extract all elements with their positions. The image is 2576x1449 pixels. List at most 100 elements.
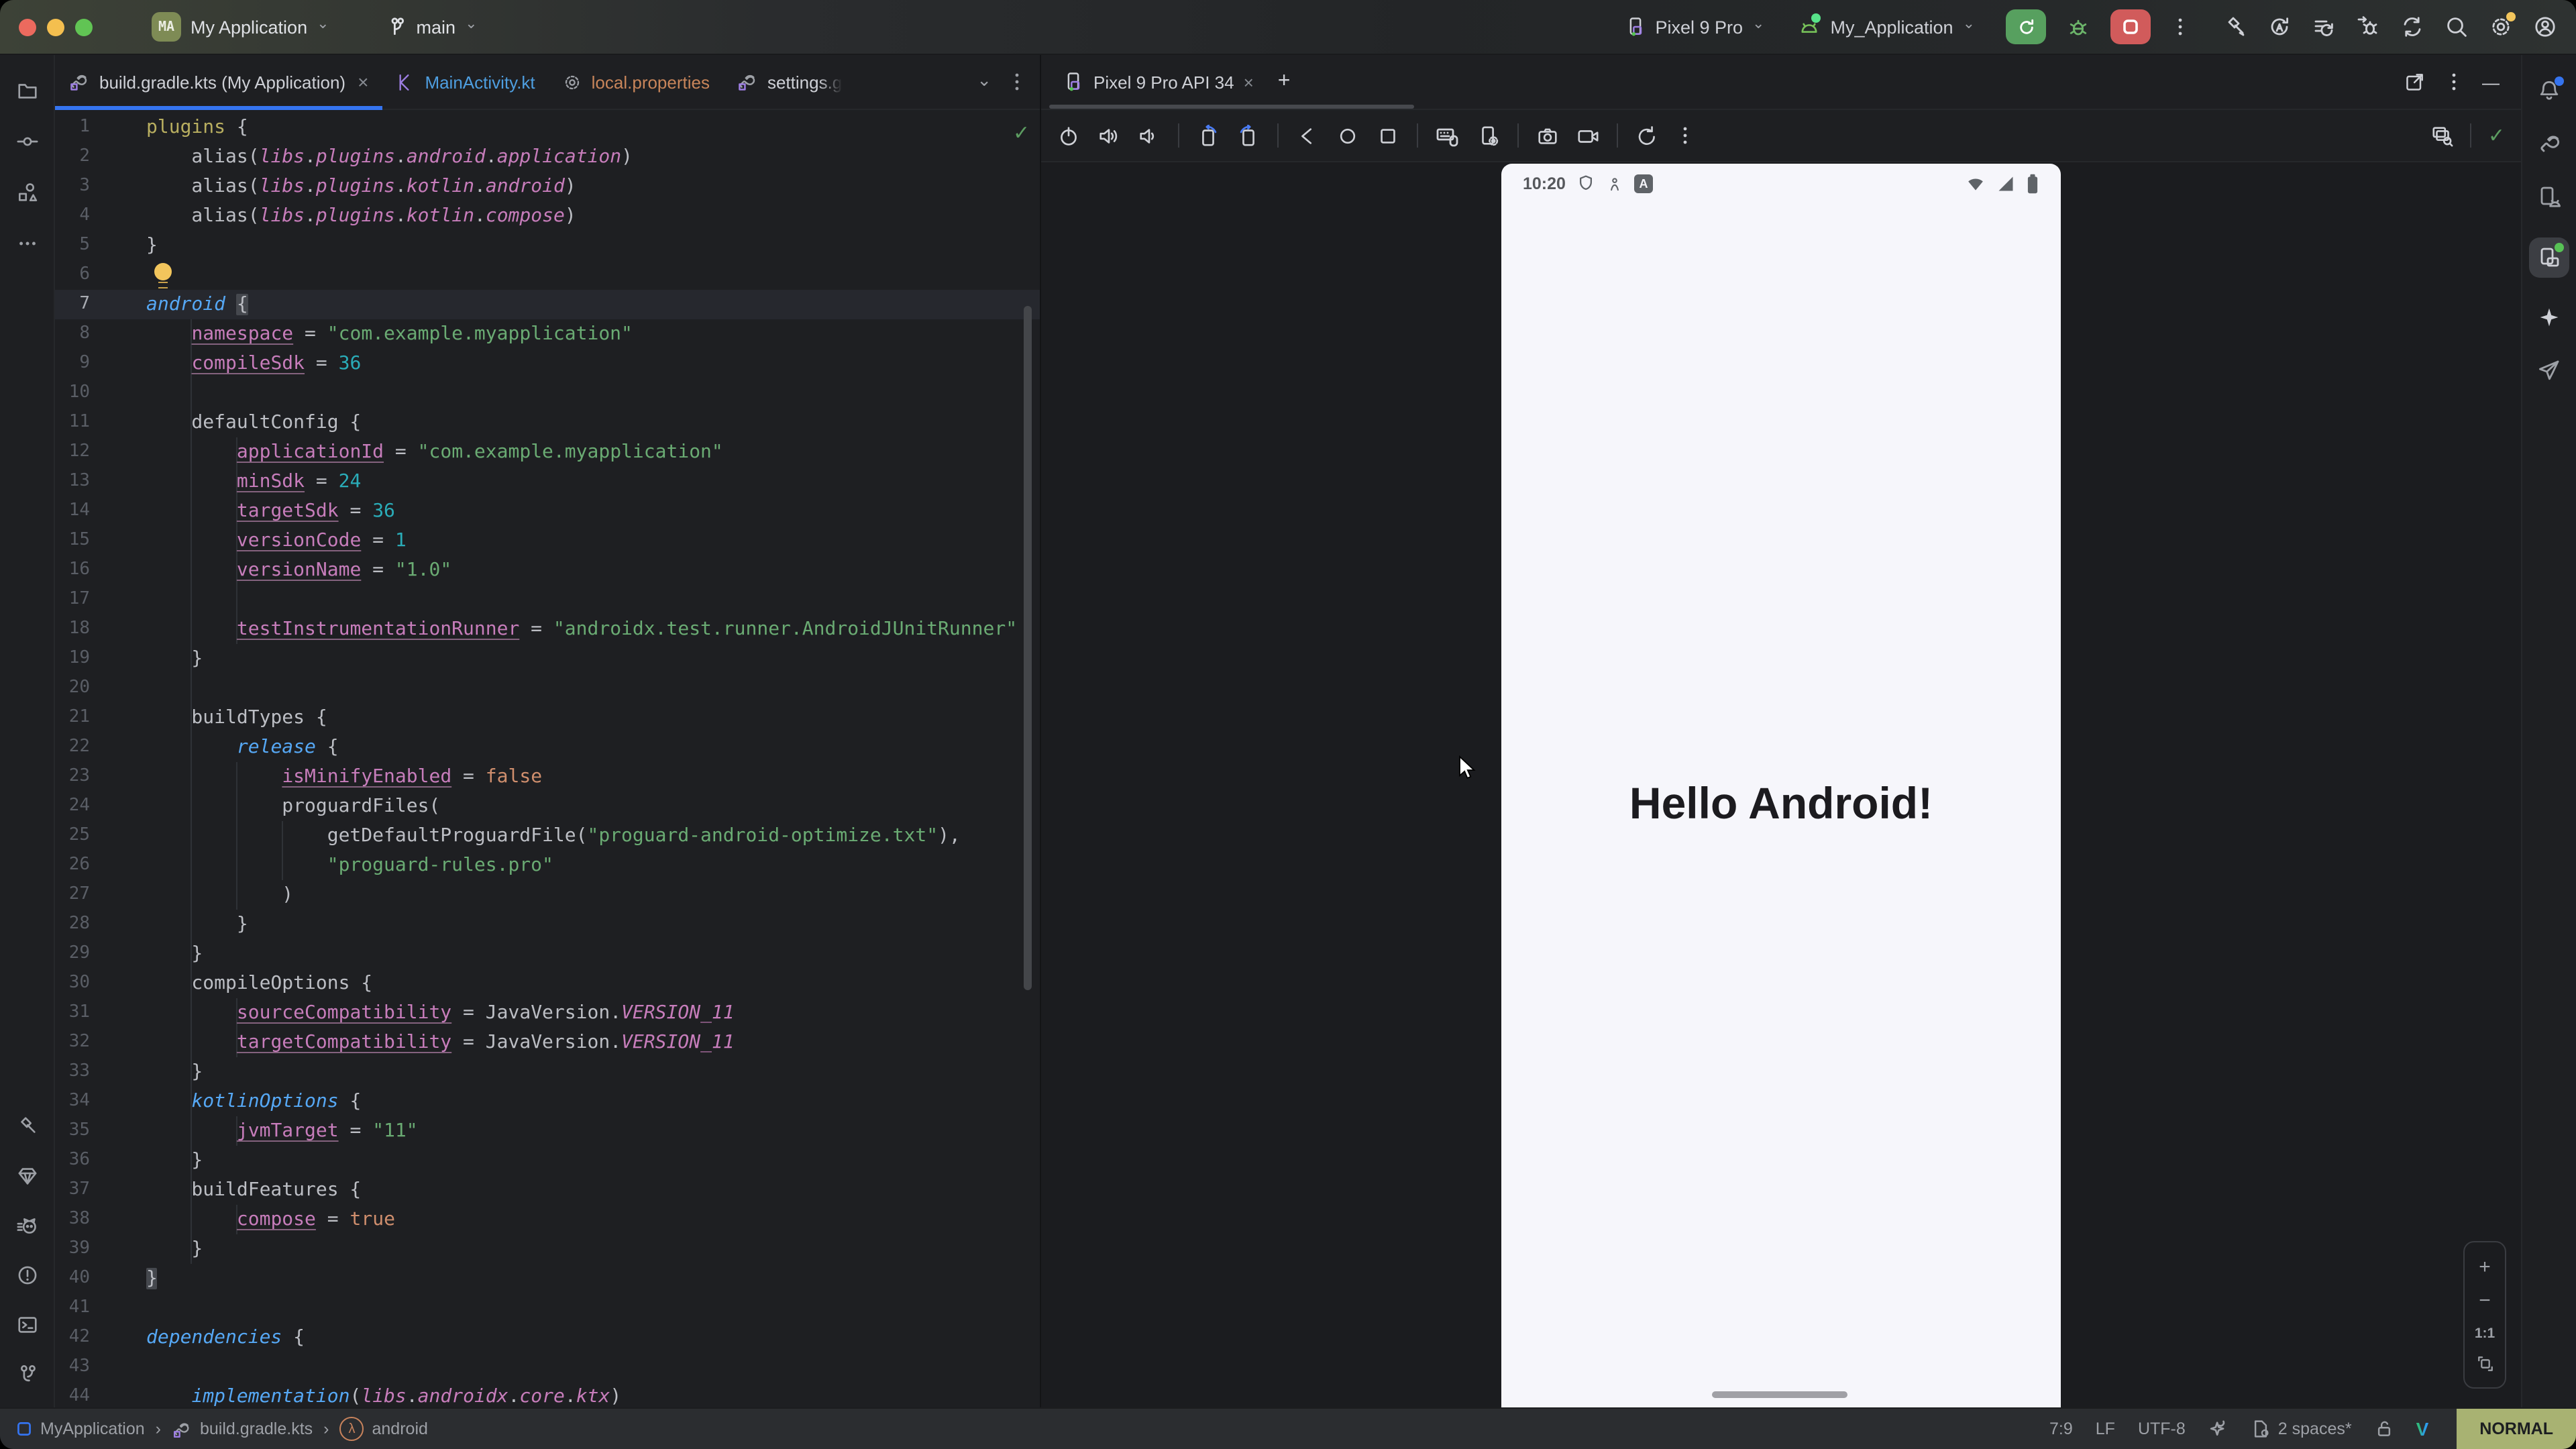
zoom-reset-button[interactable]: 1:1 (2475, 1326, 2495, 1342)
code-line-40[interactable]: 40} (55, 1264, 1040, 1293)
back-icon[interactable] (1296, 124, 1319, 147)
caret-position-widget[interactable]: 7:9 (2049, 1419, 2073, 1438)
emulator-more-icon[interactable] (1676, 125, 1695, 146)
hide-panel-icon[interactable]: — (2482, 72, 2500, 92)
device-settings-icon[interactable] (1477, 124, 1500, 147)
code-line-19[interactable]: 19 } (55, 644, 1040, 674)
intention-bulb-icon[interactable] (154, 263, 172, 286)
tab-build-gradle[interactable]: build.gradle.kts (My Application) × (55, 55, 382, 109)
device-display-area[interactable]: 10:20 A Hello Android! + − 1:1 (1041, 162, 2521, 1407)
ai-sparkle-disabled-icon[interactable] (2208, 1419, 2229, 1439)
build-hammer-icon[interactable] (2223, 15, 2247, 39)
stop-button[interactable] (2110, 9, 2151, 44)
rotate-right-icon[interactable] (1237, 124, 1260, 147)
profiler-cat-icon[interactable] (15, 1214, 38, 1237)
zoom-in-button[interactable]: + (2479, 1256, 2491, 1277)
breadcrumb-file[interactable]: build.gradle.kts (172, 1419, 313, 1439)
code-line-30[interactable]: 30 compileOptions { (55, 969, 1040, 998)
code-line-24[interactable]: 24 proguardFiles( (55, 792, 1040, 821)
code-line-7[interactable]: 7android { (55, 290, 1040, 319)
code-line-33[interactable]: 33 } (55, 1057, 1040, 1087)
project-folder-icon[interactable] (15, 79, 38, 102)
home-indicator[interactable] (1712, 1391, 1847, 1397)
search-icon[interactable] (2445, 15, 2469, 39)
code-line-17[interactable]: 17 (55, 585, 1040, 614)
code-line-11[interactable]: 11 defaultConfig { (55, 408, 1040, 437)
project-widget[interactable]: MA My Application ⌄ (152, 12, 329, 42)
vcs-branch-widget[interactable]: main ⌄ (386, 16, 478, 38)
code-line-6[interactable]: 6 (55, 260, 1040, 290)
device-tab-scrollbar[interactable] (1049, 105, 1414, 109)
code-line-16[interactable]: 16 versionName = "1.0" (55, 555, 1040, 585)
dependencies-diamond-icon[interactable] (15, 1165, 38, 1187)
more-vertical-icon[interactable] (2171, 16, 2190, 38)
zoom-fit-icon[interactable] (2476, 1356, 2493, 1373)
editor-scrollbar[interactable] (1024, 306, 1032, 990)
code-line-18[interactable]: 18 testInstrumentationRunner = "androidx… (55, 614, 1040, 644)
open-in-window-icon[interactable] (2404, 71, 2426, 93)
tab-mainactivity[interactable]: MainActivity.kt (382, 55, 548, 109)
code-line-28[interactable]: 28 } (55, 910, 1040, 939)
code-line-21[interactable]: 21 buildTypes { (55, 703, 1040, 733)
code-line-26[interactable]: 26 "proguard-rules.pro" (55, 851, 1040, 880)
code-line-14[interactable]: 14 targetSdk = 36 (55, 496, 1040, 526)
code-line-25[interactable]: 25 getDefaultProguardFile("proguard-andr… (55, 821, 1040, 851)
code-line-3[interactable]: 3 alias(libs.plugins.kotlin.android) (55, 172, 1040, 201)
tab-options-icon[interactable] (1008, 71, 1026, 93)
tab-local-properties[interactable]: local.properties (549, 55, 723, 109)
code-line-44[interactable]: 44 implementation(libs.androidx.core.ktx… (55, 1382, 1040, 1407)
code-line-12[interactable]: 12 applicationId = "com.example.myapplic… (55, 437, 1040, 467)
ideavim-icon[interactable]: V (2416, 1418, 2429, 1440)
code-line-35[interactable]: 35 jvmTarget = "11" (55, 1116, 1040, 1146)
overview-icon[interactable] (1377, 124, 1399, 147)
sync-project-icon[interactable] (2400, 15, 2424, 39)
build-tool-icon[interactable] (15, 1115, 38, 1138)
add-device-button[interactable]: + (1278, 70, 1291, 94)
code-line-4[interactable]: 4 alias(libs.plugins.kotlin.compose) (55, 201, 1040, 231)
more-tool-windows-icon[interactable] (15, 232, 38, 255)
screen-record-icon[interactable] (1576, 124, 1599, 147)
code-line-10[interactable]: 10 (55, 378, 1040, 408)
apply-code-changes-icon[interactable] (2312, 15, 2336, 39)
device-tab[interactable]: Pixel 9 Pro API 34 × (1052, 71, 1265, 93)
account-icon[interactable] (2533, 15, 2557, 39)
panel-options-icon[interactable] (2445, 71, 2463, 93)
attach-debugger-icon[interactable] (2356, 15, 2380, 39)
inspections-ok-icon[interactable]: ✓ (1013, 121, 1030, 145)
apply-changes-restart-icon[interactable] (2267, 15, 2292, 39)
close-tab-icon[interactable]: × (358, 71, 368, 93)
device-manager-icon[interactable] (2537, 185, 2561, 209)
settings-button[interactable] (2489, 15, 2513, 39)
device-selector[interactable]: Pixel 9 Pro ⌄ (1624, 16, 1764, 38)
line-separator-widget[interactable]: LF (2096, 1419, 2115, 1438)
tab-settings-gradle[interactable]: settings.g (723, 55, 855, 109)
code-line-39[interactable]: 39 } (55, 1234, 1040, 1264)
commit-icon[interactable] (15, 130, 38, 153)
code-line-8[interactable]: 8 namespace = "com.example.myapplication… (55, 319, 1040, 349)
volume-up-icon[interactable] (1097, 124, 1120, 147)
code-line-15[interactable]: 15 versionCode = 1 (55, 526, 1040, 555)
code-line-37[interactable]: 37 buildFeatures { (55, 1175, 1040, 1205)
structure-icon[interactable] (15, 181, 38, 204)
airplane-icon[interactable] (2537, 358, 2561, 382)
code-editor[interactable]: 1plugins {2 alias(libs.plugins.android.a… (55, 110, 1040, 1407)
close-window-button[interactable] (19, 18, 36, 36)
encoding-widget[interactable]: UTF-8 (2138, 1419, 2186, 1438)
code-line-1[interactable]: 1plugins { (55, 113, 1040, 142)
code-line-9[interactable]: 9 compileSdk = 36 (55, 349, 1040, 378)
code-line-2[interactable]: 2 alias(libs.plugins.android.application… (55, 142, 1040, 172)
zoom-out-button[interactable]: − (2479, 1291, 2491, 1311)
breadcrumb-element[interactable]: λ android (340, 1417, 428, 1441)
gradle-tool-icon[interactable] (2536, 131, 2562, 157)
breadcrumb-module[interactable]: MyApplication (16, 1419, 145, 1438)
ui-check-icon[interactable] (2432, 124, 2455, 147)
code-line-23[interactable]: 23 isMinifyEnabled = false (55, 762, 1040, 792)
rerun-button[interactable] (2006, 9, 2046, 44)
maximize-window-button[interactable] (75, 18, 93, 36)
reset-icon[interactable] (1635, 124, 1658, 147)
home-icon[interactable] (1336, 124, 1359, 147)
gemini-sparkle-icon[interactable] (2537, 306, 2561, 330)
close-device-tab-icon[interactable]: × (1244, 72, 1254, 92)
debug-bug-icon[interactable] (2066, 15, 2090, 39)
problems-icon[interactable] (15, 1264, 38, 1287)
